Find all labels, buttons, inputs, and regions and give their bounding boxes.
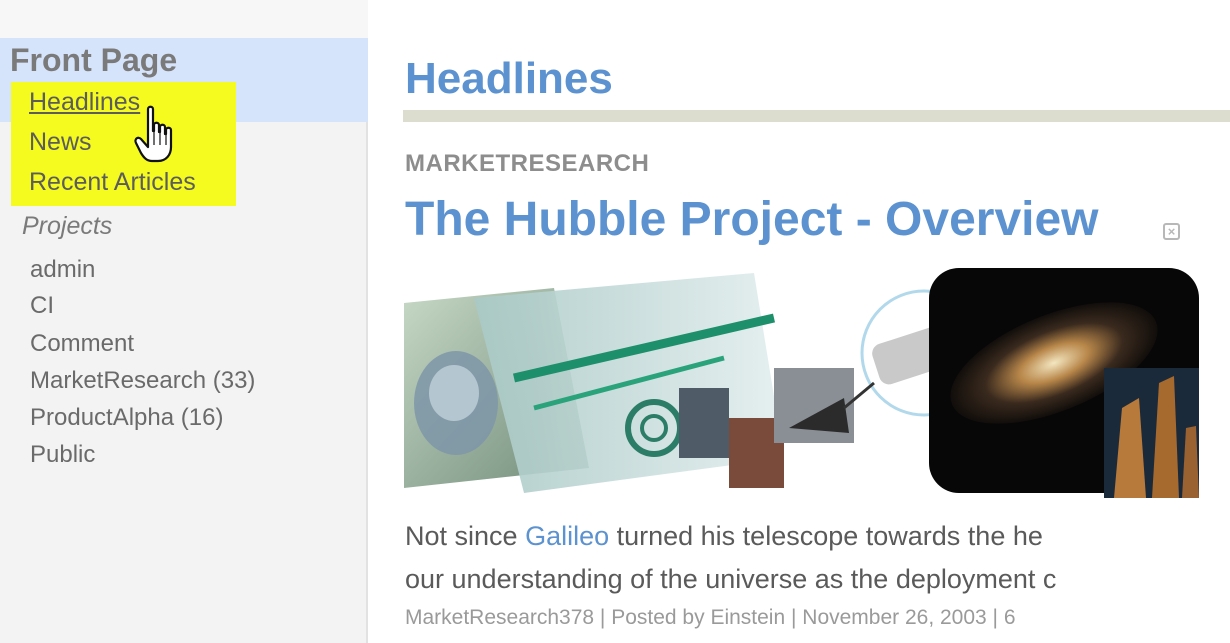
projects-heading: Projects	[22, 212, 113, 240]
hand-pointer-icon	[134, 105, 173, 163]
sidebar-item-headlines[interactable]: Headlines	[29, 88, 140, 117]
sidebar-project-marketresearch[interactable]: MarketResearch (33)	[30, 367, 255, 395]
article-body-line-1: Not since Galileo turned his telescope t…	[405, 515, 1230, 558]
article-body: Not since Galileo turned his telescope t…	[405, 515, 1230, 601]
article-body-line-2: our understanding of the universe as the…	[405, 564, 1057, 594]
article-meta: MarketResearch378 | Posted by Einstein |…	[405, 606, 1016, 629]
title-divider	[403, 110, 1230, 122]
article-body-text: Not since	[405, 521, 526, 551]
sidebar-section-title[interactable]: Front Page	[0, 38, 368, 80]
article-title[interactable]: The Hubble Project - Overview	[405, 192, 1099, 247]
sidebar-project-productalpha[interactable]: ProductAlpha (16)	[30, 404, 223, 432]
page-title: Headlines	[405, 54, 613, 103]
sidebar-project-admin[interactable]: admin	[30, 256, 95, 284]
sidebar-item-recent-articles[interactable]: Recent Articles	[29, 168, 196, 197]
sidebar-project-public[interactable]: Public	[30, 441, 95, 469]
article-body-text: turned his telescope towards the he	[609, 521, 1043, 551]
sidebar-top-band	[0, 0, 368, 38]
sidebar-project-ci[interactable]: CI	[30, 292, 54, 320]
sidebar-project-comment[interactable]: Comment	[30, 330, 134, 358]
sidebar: Front Page Headlines News Recent Article…	[0, 0, 368, 643]
section-label[interactable]: MARKETRESEARCH	[405, 150, 649, 178]
article-hero-image	[404, 258, 1204, 503]
close-icon[interactable]: ×	[1163, 223, 1180, 240]
sidebar-item-news[interactable]: News	[29, 128, 92, 157]
galileo-link[interactable]: Galileo	[525, 521, 609, 551]
